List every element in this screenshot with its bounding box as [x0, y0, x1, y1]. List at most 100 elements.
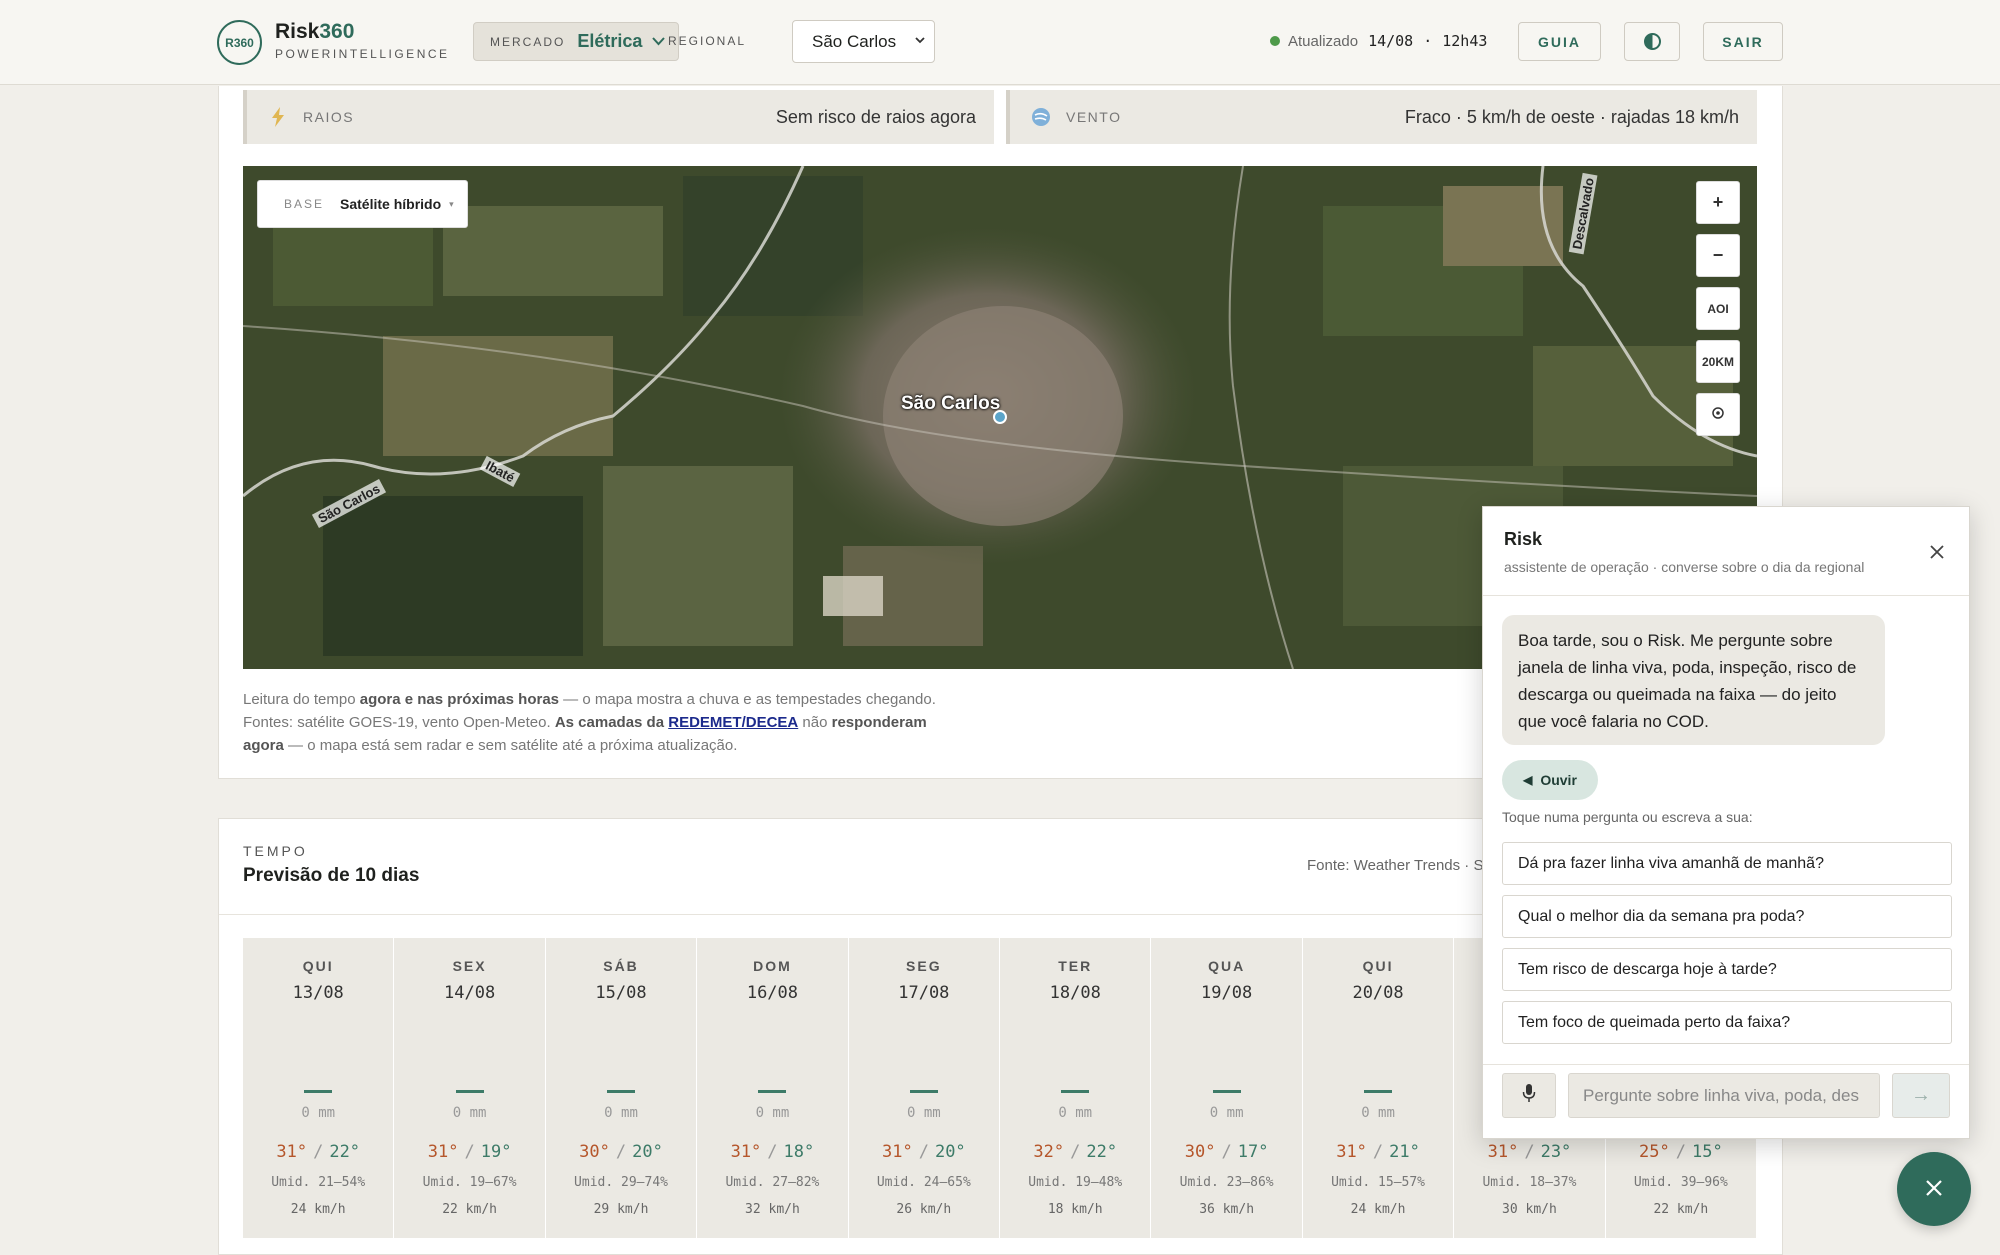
listen-button[interactable]: ◀ Ouvir: [1502, 760, 1598, 800]
regional-value: São Carlos: [812, 31, 897, 51]
suggestion-button[interactable]: Dá pra fazer linha viva amanhã de manhã?: [1502, 842, 1952, 885]
day-temps: 31°/22°: [276, 1142, 361, 1162]
forecast-day: SEX 14/08 0 mm 31°/19° Umid. 19–67% 22 km/h: [394, 938, 546, 1238]
locate-button[interactable]: [1696, 393, 1740, 436]
day-humidity: Umid. 27–82%: [725, 1175, 820, 1190]
forecast-day: SÁB 15/08 0 mm 30°/20° Umid. 29–74% 29 km/h: [545, 938, 698, 1238]
temp-low: 19°: [480, 1142, 512, 1162]
chat-input[interactable]: [1568, 1073, 1880, 1118]
redemet-link[interactable]: REDEMET/DECEA: [668, 714, 798, 731]
day-wind: 36 km/h: [1199, 1202, 1255, 1217]
wind-icon: [1030, 106, 1052, 128]
day-name: SEX: [452, 958, 487, 974]
update-status: Atualizado 14/08 · 12h43: [1270, 32, 1487, 50]
rain-bar: [1364, 1090, 1393, 1093]
market-value: Elétrica: [577, 31, 643, 51]
forecast-source: Fonte: Weather Trends · S: [1307, 857, 1484, 874]
sair-button[interactable]: SAIR: [1703, 22, 1783, 61]
zoom-in-button[interactable]: +: [1696, 181, 1740, 224]
day-wind: 24 km/h: [290, 1202, 346, 1217]
day-rain: 0 mm: [1361, 1105, 1395, 1121]
chevron-down-icon: [652, 34, 666, 49]
forecast-day: DOM 16/08 0 mm 31°/18° Umid. 27–82% 32 km/h: [697, 938, 849, 1238]
temp-high: 25°: [1639, 1142, 1670, 1162]
rain-bar: [909, 1090, 938, 1093]
day-date: 15/08: [595, 983, 647, 1003]
suggestion-button[interactable]: Qual o melhor dia da semana pra poda?: [1502, 895, 1952, 938]
temp-low: 22°: [1086, 1142, 1118, 1162]
zoom-out-button[interactable]: −: [1696, 234, 1740, 277]
mic-button[interactable]: [1502, 1073, 1556, 1118]
alert-vento-value: Fraco · 5 km/h de oeste · rajadas 18 km/…: [1404, 106, 1739, 127]
forecast-day: QUI 20/08 0 mm 31°/21° Umid. 15–57% 24 km/h: [1302, 938, 1455, 1238]
rain-bar: [1061, 1090, 1090, 1093]
suggestion-button[interactable]: Tem foco de queimada perto da faixa?: [1502, 1001, 1952, 1044]
forecast-section-label: TEMPO: [243, 843, 308, 859]
day-rain: 0 mm: [1209, 1105, 1244, 1121]
chat-title: Risk: [1504, 529, 1543, 549]
day-rain: 0 mm: [1058, 1105, 1093, 1121]
market-select[interactable]: MERCADO Elétrica: [473, 22, 679, 61]
temp-high: 30°: [1184, 1142, 1216, 1162]
rain-bar: [455, 1090, 484, 1093]
market-label: MERCADO: [490, 34, 566, 49]
suggestion-button[interactable]: Tem risco de descarga hoje à tarde?: [1502, 948, 1952, 991]
day-humidity: Umid. 21–54%: [271, 1175, 366, 1190]
aoi-button[interactable]: AOI: [1696, 287, 1740, 330]
suggestion-prompt: Toque numa pergunta ou escreva a sua:: [1502, 809, 1753, 825]
temp-high: 31°: [276, 1142, 308, 1162]
contrast-icon: [1643, 33, 1661, 50]
day-temps: 31°/21°: [1336, 1142, 1420, 1162]
day-temps: 25°/15°: [1639, 1142, 1723, 1162]
day-wind: 18 km/h: [1047, 1202, 1103, 1217]
theme-toggle-button[interactable]: [1624, 22, 1680, 61]
rain-bar: [1212, 1090, 1241, 1093]
day-rain: 0 mm: [906, 1105, 941, 1121]
day-name: QUI: [1362, 958, 1394, 974]
city-marker-icon[interactable]: [993, 410, 1007, 424]
map-base-selector[interactable]: BASE Satélite híbrido ▾: [257, 180, 468, 228]
rain-bar: [607, 1090, 636, 1093]
day-wind: 30 km/h: [1502, 1202, 1557, 1217]
chat-toggle-button[interactable]: [1897, 1152, 1971, 1226]
day-date: 14/08: [444, 983, 496, 1003]
target-icon: [1711, 404, 1725, 425]
day-humidity: Umid. 23–86%: [1179, 1175, 1274, 1190]
alert-raios: RAIOS Sem risco de raios agora: [243, 90, 994, 144]
day-name: SEG: [906, 958, 942, 974]
send-button[interactable]: →: [1892, 1073, 1950, 1118]
day-name: QUI: [302, 958, 334, 974]
day-date: 17/08: [898, 983, 950, 1003]
close-icon[interactable]: [1929, 540, 1945, 566]
day-wind: 32 km/h: [745, 1202, 800, 1217]
temp-low: 20°: [934, 1142, 966, 1162]
regional-select[interactable]: São Carlos: [792, 20, 935, 63]
radius-20km-button[interactable]: 20KM: [1696, 340, 1740, 383]
assistant-message: Boa tarde, sou o Risk. Me pergunte sobre…: [1502, 615, 1885, 745]
day-temps: 31°/23°: [1487, 1142, 1572, 1162]
temp-low: 15°: [1691, 1142, 1723, 1162]
temp-high: 31°: [427, 1142, 459, 1162]
forecast-day: SEG 17/08 0 mm 31°/20° Umid. 24–65% 26 km/h: [848, 938, 1001, 1238]
day-name: TER: [1058, 958, 1093, 974]
logo-mark: R360: [217, 20, 262, 65]
top-bar: R360 Risk360 POWERINTELLIGENCE MERCADO E…: [0, 0, 2000, 85]
day-wind: 26 km/h: [896, 1202, 952, 1217]
day-temps: 31°/20°: [881, 1142, 966, 1162]
temp-low: 21°: [1389, 1142, 1420, 1162]
temp-high: 32°: [1033, 1142, 1065, 1162]
alert-vento-label: VENTO: [1066, 109, 1122, 125]
updated-date: 14/08: [1368, 32, 1414, 50]
guia-button[interactable]: GUIA: [1518, 22, 1601, 61]
close-icon: [1924, 1172, 1944, 1206]
temp-high: 30°: [579, 1142, 610, 1162]
status-dot-icon: [1270, 36, 1280, 46]
day-temps: 32°/22°: [1033, 1142, 1118, 1162]
day-temps: 31°/19°: [427, 1142, 512, 1162]
day-wind: 24 km/h: [1350, 1202, 1406, 1217]
rain-bar: [758, 1090, 787, 1093]
updated-time: 12h43: [1442, 32, 1488, 50]
lightning-icon: [267, 106, 289, 128]
day-wind: 22 km/h: [442, 1202, 497, 1217]
temp-low: 17°: [1237, 1142, 1269, 1162]
